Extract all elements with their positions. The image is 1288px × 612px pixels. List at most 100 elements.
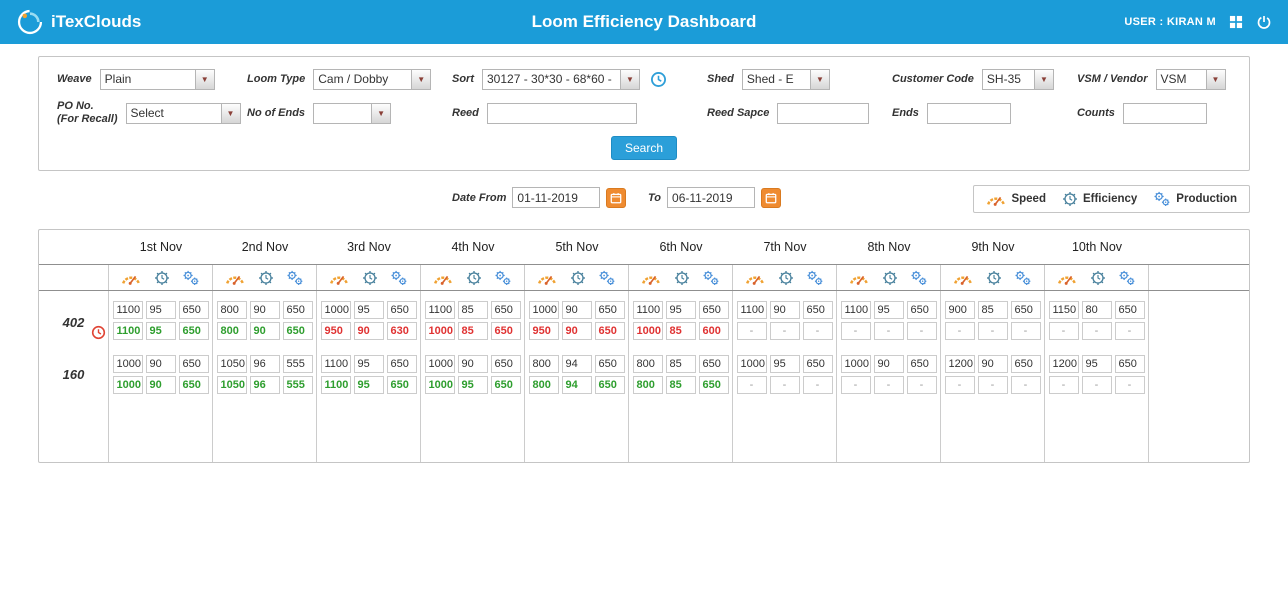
actual-value: 650 [595, 322, 625, 340]
date-to-input[interactable] [667, 187, 755, 208]
sort-label: Sort [452, 73, 474, 86]
actual-value: - [1115, 322, 1145, 340]
target-value: 650 [803, 301, 833, 319]
chevron-down-icon[interactable]: ▼ [810, 70, 829, 89]
actual-line: --- [733, 322, 836, 340]
production-icon [390, 270, 408, 286]
efficiency-icon [362, 270, 378, 286]
logo-swirl-icon [16, 8, 44, 36]
target-value: 1200 [1049, 355, 1079, 373]
shed-select[interactable]: Shed - E ▼ [742, 69, 830, 90]
date-header: 9th Nov [941, 240, 1045, 254]
calendar-icon[interactable] [761, 188, 781, 208]
ends-label: Ends [892, 107, 919, 120]
actual-value: 96 [250, 376, 280, 394]
metric-icons [421, 265, 525, 290]
target-value: 1000 [841, 355, 871, 373]
shed-field: Shed Shed - E ▼ [707, 69, 892, 90]
calendar-icon[interactable] [606, 188, 626, 208]
counts-input[interactable] [1123, 103, 1207, 124]
actual-line: 110095650 [109, 322, 212, 340]
target-value: 1100 [633, 301, 663, 319]
speedometer-icon [225, 271, 245, 285]
no-of-ends-select[interactable]: ▼ [313, 103, 391, 124]
date-column: 110085650100085650100090650100095650 [421, 291, 525, 462]
cell-group: 120095650--- [1045, 355, 1148, 394]
target-line: 115080650 [1045, 301, 1148, 319]
icons-row [39, 264, 1249, 291]
weave-field: Weave Plain ▼ [57, 69, 247, 90]
chevron-down-icon[interactable]: ▼ [221, 104, 240, 123]
speedometer-icon [433, 271, 453, 285]
vsm-vendor-select[interactable]: VSM ▼ [1156, 69, 1226, 90]
date-to-label: To [648, 192, 661, 204]
cell-group: 100095650--- [733, 355, 836, 394]
legend-speed: Speed [986, 192, 1046, 206]
weave-value: Plain [101, 70, 195, 89]
cell-group: 8009065080090650 [213, 301, 316, 340]
actual-value: 555 [283, 376, 313, 394]
history-icon[interactable] [650, 71, 667, 88]
loom-type-select[interactable]: Cam / Dobby ▼ [313, 69, 431, 90]
metric-icons [525, 265, 629, 290]
target-value: 650 [1115, 355, 1145, 373]
target-line: 80085650 [629, 355, 732, 373]
reed-input[interactable] [487, 103, 637, 124]
actual-value: - [1011, 376, 1041, 394]
actual-line: --- [837, 322, 940, 340]
actual-value: - [874, 376, 904, 394]
top-header: iTexClouds Loom Efficiency Dashboard USE… [0, 0, 1288, 44]
date-from-input[interactable] [512, 187, 600, 208]
date-header: 2nd Nov [213, 240, 317, 254]
po-no-select[interactable]: Select ▼ [126, 103, 241, 124]
chevron-down-icon[interactable]: ▼ [620, 70, 639, 89]
vsm-vendor-value: VSM [1157, 70, 1206, 89]
legend-efficiency: Efficiency [1062, 191, 1137, 207]
sort-select[interactable]: 30127 - 30*30 - 68*60 - ▼ [482, 69, 640, 90]
dates-row: 1st Nov2nd Nov3rd Nov4th Nov5th Nov6th N… [39, 230, 1249, 264]
target-line: 110090650 [733, 301, 836, 319]
loom-number: 160 [39, 367, 108, 382]
speedometer-icon [641, 271, 661, 285]
target-value: 800 [633, 355, 663, 373]
po-no-value: Select [127, 104, 221, 123]
target-line: 80090650 [213, 301, 316, 319]
brand-logo[interactable]: iTexClouds [16, 8, 141, 36]
cell-group: 110090650 --- [733, 301, 836, 340]
target-value: 650 [699, 355, 729, 373]
speedometer-icon [986, 192, 1006, 206]
power-icon[interactable] [1256, 14, 1272, 30]
weave-select[interactable]: Plain ▼ [100, 69, 215, 90]
no-of-ends-label: No of Ends [247, 107, 305, 120]
target-value: 650 [179, 301, 209, 319]
metric-icons [733, 265, 837, 290]
counts-label: Counts [1077, 107, 1115, 120]
reed-space-input[interactable] [777, 103, 869, 124]
target-value: 650 [1115, 301, 1145, 319]
cell-group: 110095650--- [837, 301, 940, 340]
date-column: 90085650---120090650--- [941, 291, 1045, 462]
customer-code-value: SH-35 [983, 70, 1034, 89]
actual-value: - [945, 376, 975, 394]
production-icon [598, 270, 616, 286]
ends-input[interactable] [927, 103, 1011, 124]
page-title: Loom Efficiency Dashboard [532, 12, 757, 32]
target-value: 90 [770, 301, 800, 319]
target-value: 1100 [841, 301, 871, 319]
apps-grid-icon[interactable] [1229, 15, 1243, 29]
customer-code-select[interactable]: SH-35 ▼ [982, 69, 1054, 90]
chevron-down-icon[interactable]: ▼ [1206, 70, 1225, 89]
chevron-down-icon[interactable]: ▼ [371, 104, 390, 123]
target-value: 650 [803, 355, 833, 373]
legend-production-label: Production [1176, 193, 1237, 205]
target-value: 96 [250, 355, 280, 373]
chevron-down-icon[interactable]: ▼ [1034, 70, 1053, 89]
history-icon-red[interactable] [91, 325, 106, 345]
actual-value: 1000 [425, 376, 455, 394]
ends-field: Ends [892, 103, 1077, 124]
chevron-down-icon[interactable]: ▼ [195, 70, 214, 89]
chevron-down-icon[interactable]: ▼ [411, 70, 430, 89]
cell-group: 100090650100095650 [421, 355, 524, 394]
search-button[interactable]: Search [611, 136, 677, 160]
actual-line: --- [941, 322, 1044, 340]
